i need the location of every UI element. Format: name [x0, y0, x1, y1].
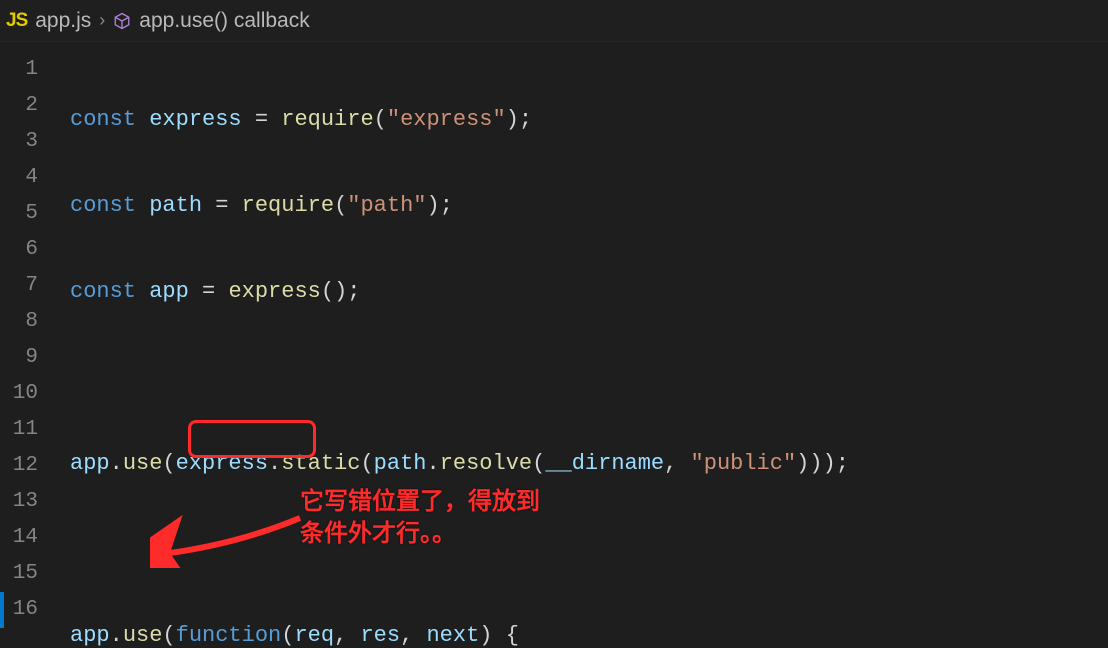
- line-number: 3: [0, 124, 50, 160]
- js-file-icon: JS: [6, 10, 27, 32]
- line-number: 11: [0, 412, 50, 448]
- code-line[interactable]: [70, 360, 968, 396]
- line-number: 15: [0, 556, 50, 592]
- line-number-gutter: 1 2 3 4 5 6 7 8 9 10 11 12 13 14 15 16: [0, 42, 50, 648]
- line-number: 12: [0, 448, 50, 484]
- line-number: 1: [0, 52, 50, 88]
- code-editor[interactable]: 1 2 3 4 5 6 7 8 9 10 11 12 13 14 15 16 c…: [0, 42, 1108, 648]
- line-number: 6: [0, 232, 50, 268]
- line-number: 2: [0, 88, 50, 124]
- breadcrumb-file[interactable]: app.js: [35, 9, 91, 33]
- line-number: 16: [0, 592, 50, 628]
- line-number: 10: [0, 376, 50, 412]
- line-number: 4: [0, 160, 50, 196]
- breadcrumb-bar: JS app.js › app.use() callback: [0, 0, 1108, 42]
- cursor-line-indicator: [0, 592, 4, 628]
- code-line[interactable]: app.use(express.static(path.resolve(__di…: [70, 446, 968, 482]
- code-line[interactable]: const app = express();: [70, 274, 968, 310]
- line-number: 14: [0, 520, 50, 556]
- code-line[interactable]: [70, 532, 968, 568]
- code-line[interactable]: app.use(function(req, res, next) {: [70, 618, 968, 648]
- line-number: 7: [0, 268, 50, 304]
- code-line[interactable]: const path = require("path");: [70, 188, 968, 224]
- breadcrumb-symbol[interactable]: app.use() callback: [139, 9, 309, 33]
- chevron-right-icon: ›: [99, 10, 105, 31]
- breadcrumb[interactable]: JS app.js › app.use() callback: [6, 9, 310, 33]
- code-line[interactable]: const express = require("express");: [70, 102, 968, 138]
- method-icon: [113, 12, 131, 30]
- code-area[interactable]: const express = require("express"); cons…: [50, 42, 968, 648]
- line-number: 9: [0, 340, 50, 376]
- line-number: 8: [0, 304, 50, 340]
- line-number: 5: [0, 196, 50, 232]
- line-number: 13: [0, 484, 50, 520]
